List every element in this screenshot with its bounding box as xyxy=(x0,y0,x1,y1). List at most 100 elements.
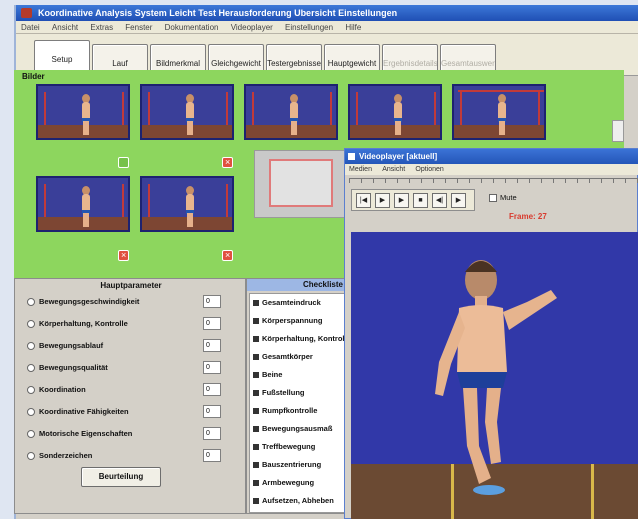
menu-item-datei[interactable]: Datei xyxy=(16,21,45,33)
title-bar: Koordinative Analysis System Leicht Test… xyxy=(16,5,638,21)
param-radio[interactable] xyxy=(27,364,35,372)
video-thumbnail[interactable] xyxy=(452,84,546,140)
checkbox-icon[interactable] xyxy=(253,318,259,325)
reject-mark-icon[interactable] xyxy=(222,250,233,261)
beurteilung-button[interactable]: Beurteilung xyxy=(81,467,161,487)
nav-button-ergebnisdetails[interactable]: Ergebnisdetails xyxy=(382,44,438,72)
skip-end-icon[interactable]: ◀| xyxy=(432,193,447,208)
menu-item-extras[interactable]: Extras xyxy=(85,21,118,33)
param-value-field[interactable]: 0 xyxy=(203,405,221,418)
checklist-item[interactable]: Gesamteindruck xyxy=(253,298,344,307)
checkbox-icon[interactable] xyxy=(253,444,259,451)
video-menu-medien[interactable]: Medien xyxy=(345,164,376,175)
param-radio[interactable] xyxy=(27,452,35,460)
menu-item-ansicht[interactable]: Ansicht xyxy=(47,21,83,33)
param-label: Koordination xyxy=(39,385,86,394)
video-menu-optionen[interactable]: Optionen xyxy=(411,164,447,175)
checklist-item[interactable]: Aufsetzen, Abheben xyxy=(253,496,344,505)
checklist-item[interactable]: Fußstellung xyxy=(253,388,344,397)
nav-button-hauptgewicht[interactable]: Hauptgewicht xyxy=(324,44,380,72)
reject-mark-icon[interactable] xyxy=(118,250,129,261)
param-value-field[interactable]: 0 xyxy=(203,361,221,374)
checklist-item[interactable]: Körperhaltung, Kontrolle xyxy=(253,334,345,343)
checklist-item-label: Bauszentrierung xyxy=(262,460,322,469)
video-thumbnail[interactable] xyxy=(244,84,338,140)
step-back-icon[interactable]: ▶ xyxy=(375,193,390,208)
param-radio[interactable] xyxy=(27,298,35,306)
param-row: Koordinative Fähigkeiten 0 xyxy=(27,405,239,419)
checkbox-icon[interactable] xyxy=(253,498,259,505)
video-display[interactable] xyxy=(351,232,638,519)
checklist-item[interactable]: Körperspannung xyxy=(253,316,344,325)
param-value-field[interactable]: 0 xyxy=(203,383,221,396)
param-label: Motorische Eigenschaften xyxy=(39,429,133,438)
skip-start-icon[interactable]: |◀ xyxy=(356,193,371,208)
param-value-field[interactable]: 0 xyxy=(203,295,221,308)
mute-checkbox[interactable]: Mute xyxy=(489,193,517,203)
checkbox-icon[interactable] xyxy=(253,480,259,487)
video-thumbnail[interactable] xyxy=(36,84,130,140)
menu-item-dokumentation[interactable]: Dokumentation xyxy=(160,21,224,33)
param-value-field[interactable]: 0 xyxy=(203,339,221,352)
checkbox-icon[interactable] xyxy=(253,426,259,433)
param-label: Bewegungsqualität xyxy=(39,363,108,372)
menu-item-einstellungen[interactable]: Einstellungen xyxy=(280,21,338,33)
param-radio[interactable] xyxy=(27,320,35,328)
timeline-slider[interactable] xyxy=(349,178,638,183)
video-thumbnail[interactable] xyxy=(140,84,234,140)
param-row: Bewegungsablauf 0 xyxy=(27,339,239,353)
empty-thumbnail-slot[interactable] xyxy=(254,150,346,218)
nav-button-bildmerkmal[interactable]: Bildmerkmal xyxy=(150,44,206,72)
checklist-item[interactable]: Beine xyxy=(253,370,344,379)
checkbox-icon[interactable] xyxy=(253,390,259,397)
param-radio[interactable] xyxy=(27,386,35,394)
param-value-field[interactable]: 0 xyxy=(203,427,221,440)
checkbox-icon[interactable] xyxy=(489,194,497,203)
checklist-item[interactable]: Bewegungsausmaß xyxy=(253,424,344,433)
param-radio[interactable] xyxy=(27,430,35,438)
videoplayer-window: Videoplayer [aktuell] Medien Ansicht Opt… xyxy=(344,148,638,519)
nav-button-gleichgewicht[interactable]: Gleichgewicht xyxy=(208,44,264,72)
checklist-item-label: Körperhaltung, Kontrolle xyxy=(262,334,345,343)
nav-button-testergebnisse[interactable]: Testergebnisse xyxy=(266,44,322,72)
checklist-item[interactable]: Treffbewegung xyxy=(253,442,344,451)
checklist-list[interactable]: Gesamteindruck Körperspannung Körperhalt… xyxy=(249,293,345,513)
checklist-item[interactable]: Rumpfkontrolle xyxy=(253,406,344,415)
nav-button-lauf[interactable]: Lauf xyxy=(92,44,148,72)
menu-item-hilfe[interactable]: Hilfe xyxy=(340,21,366,33)
video-thumbnail[interactable] xyxy=(140,176,234,232)
checkbox-icon[interactable] xyxy=(253,336,259,343)
checkbox-icon[interactable] xyxy=(253,408,259,415)
videoplayer-title-bar[interactable]: Videoplayer [aktuell] xyxy=(345,149,638,164)
checklist-item[interactable]: Bauszentrierung xyxy=(253,460,344,469)
checklist-item[interactable]: Gesamtkörper xyxy=(253,352,344,361)
menu-item-fenster[interactable]: Fenster xyxy=(120,21,157,33)
play-icon[interactable]: ▶ xyxy=(394,193,409,208)
menu-item-videoplayer[interactable]: Videoplayer xyxy=(226,21,278,33)
video-thumbnail[interactable] xyxy=(36,176,130,232)
mute-label: Mute xyxy=(500,193,517,202)
accepted-mark-icon[interactable] xyxy=(118,157,129,168)
video-thumbnail[interactable] xyxy=(348,84,442,140)
param-radio[interactable] xyxy=(27,408,35,416)
param-value-field[interactable]: 0 xyxy=(203,449,221,462)
checklist-title: Checkliste xyxy=(247,279,345,291)
stop-icon[interactable]: ■ xyxy=(413,193,428,208)
checkbox-icon[interactable] xyxy=(253,300,259,307)
checklist-item-label: Gesamteindruck xyxy=(262,298,321,307)
param-value-field[interactable]: 0 xyxy=(203,317,221,330)
scroll-button[interactable] xyxy=(612,120,624,142)
checklist-item-label: Gesamtkörper xyxy=(262,352,313,361)
checkbox-icon[interactable] xyxy=(253,354,259,361)
nav-button-setup[interactable]: Setup xyxy=(34,40,90,72)
app-icon xyxy=(21,8,32,18)
checklist-item[interactable]: Armbewegung xyxy=(253,478,344,487)
checkbox-icon[interactable] xyxy=(253,462,259,469)
videoplayer-menu-bar: Medien Ansicht Optionen xyxy=(345,164,638,175)
checkbox-icon[interactable] xyxy=(253,372,259,379)
nav-button-gesamtauswertung[interactable]: Gesamtauswertung xyxy=(440,44,496,72)
reject-mark-icon[interactable] xyxy=(222,157,233,168)
step-forward-icon[interactable]: ▶ xyxy=(451,193,466,208)
param-radio[interactable] xyxy=(27,342,35,350)
video-menu-ansicht[interactable]: Ansicht xyxy=(378,164,409,175)
